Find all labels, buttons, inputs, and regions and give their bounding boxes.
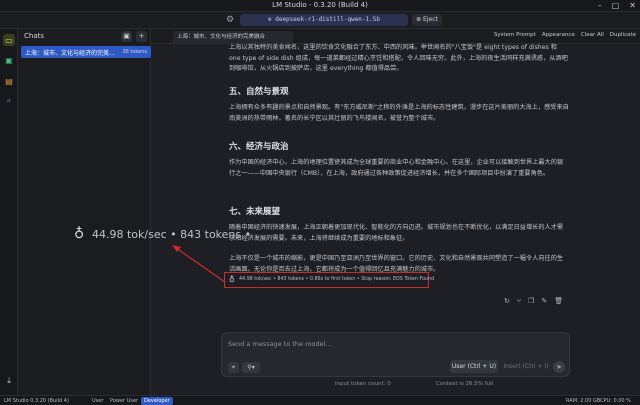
tab-chat[interactable]: 上海：城市、文化与经济的完美融合 [173, 31, 293, 43]
chats-title: Chats [24, 32, 45, 40]
edit-icon[interactable]: ✎ [541, 297, 547, 305]
clear-all-button[interactable]: Clear All [581, 32, 604, 38]
input-token-count: Input token count: 0 [335, 381, 391, 387]
folder-icon[interactable]: ▤ [3, 75, 15, 87]
chats-panel: Chats ▣ + 上海：城市、文化与经济的完美… 36 tokens [18, 29, 151, 395]
gear-icon[interactable]: ⚙ [226, 15, 236, 25]
tab-bar: 上海：城市、文化与经济的完美融合 System Prompt Appearanc… [151, 29, 640, 44]
plugin-icon[interactable]: ⚲▾ [242, 362, 260, 373]
insert-button[interactable]: Insert (Ctrl + I) [503, 360, 549, 373]
message-actions: ↻ ⑂ ❐ ✎ 🗑 [504, 297, 563, 305]
ram-usage: RAM: 2.00 GB [566, 398, 601, 404]
lightbulb-icon: ♁ [229, 275, 235, 284]
delete-icon[interactable]: 🗑 [554, 297, 563, 305]
attach-icon[interactable]: ⌖ [228, 362, 239, 373]
system-prompt-button[interactable]: System Prompt [494, 32, 536, 38]
context-usage: Context is 26.5% full [436, 381, 494, 387]
maximize-button[interactable]: □ [612, 1, 620, 10]
heading-future: 七、未来展望 [229, 207, 281, 217]
duplicate-button[interactable]: Duplicate [610, 32, 636, 38]
mode-user[interactable]: User [92, 398, 103, 404]
stats-text: 44.98 tok/sec • 843 tokens • 0.86s to fi… [239, 277, 435, 282]
status-bar: LM Studio 0.3.20 (Build 4) User Power Us… [0, 395, 640, 405]
mode-power-user[interactable]: Power User [110, 398, 138, 404]
paragraph-nature: 上海拥有众多有趣的景点和自然景观。有"东方威尼斯"之称的外滩是上海的标志性建筑，… [229, 104, 569, 122]
stats-zoom-callout: ♁ 44.98 tok/sec • 843 tokens • [74, 224, 256, 246]
mode-developer[interactable]: Developer [141, 397, 173, 405]
top-bar: ⚙ ⊕ deepseek-r1-distill-qwen-1.5b ⊗ Ejec… [0, 12, 640, 29]
generation-stats: ♁ 44.98 tok/sec • 843 tokens • 0.86s to … [224, 272, 434, 288]
branch-icon[interactable]: ⑂ [517, 297, 521, 305]
new-folder-button[interactable]: ▣ [121, 31, 132, 42]
terminal-icon[interactable]: ▣ [3, 54, 15, 66]
send-icon[interactable]: ➤ [553, 361, 565, 373]
appearance-button[interactable]: Appearance [542, 32, 575, 38]
cpu-usage: CPU: 0.00 % [600, 398, 631, 404]
heading-economy: 六、经济与政治 [229, 142, 289, 152]
chat-list-item[interactable]: 上海：城市、文化与经济的完美… 36 tokens [21, 46, 151, 58]
window-title: LM Studio - 0.3.20 (Build 4) [272, 1, 368, 9]
title-bar: LM Studio - 0.3.20 (Build 4) – □ ✕ [0, 0, 640, 12]
chat-item-title: 上海：城市、文化与经济的完美… [25, 50, 116, 57]
copy-icon[interactable]: ❐ [528, 297, 534, 305]
paragraph-economy: 作为中国的经济中心，上海的地理位置使其成为全球重要的商业中心和金融中心。在这里，… [229, 159, 564, 177]
chat-icon[interactable]: ▭ [3, 34, 15, 46]
user-role-button[interactable]: User (Ctrl + U) [450, 360, 498, 373]
app-version: LM Studio 0.3.20 (Build 4) [4, 398, 69, 404]
paragraph-food: 上海以其独特的美食闻名，这里的饮食文化融合了东方、中西的风味。举世闻名的"八宝饭… [229, 44, 568, 72]
message-composer[interactable]: Send a message to the model... ⌖ ⚲▾ User… [221, 332, 570, 377]
regenerate-icon[interactable]: ↻ [504, 297, 510, 305]
left-rail: ▭ ▣ ▤ ⌕ ⤓ [0, 29, 18, 395]
paragraph-future: 随着中国经济的快速发展，上海正朝着更加现代化、智能化的方向迈进。城市规划也在不断… [229, 224, 564, 242]
model-selector[interactable]: ⊕ deepseek-r1-distill-qwen-1.5b [240, 14, 408, 26]
chat-item-tokens: 36 tokens [122, 49, 147, 55]
new-chat-button[interactable]: + [136, 31, 147, 42]
download-icon[interactable]: ⤓ [3, 375, 15, 387]
minimize-button[interactable]: – [598, 1, 602, 10]
search-icon[interactable]: ⌕ [3, 95, 15, 107]
lightbulb-icon: ♁ [74, 226, 85, 242]
close-window-button[interactable]: ✕ [629, 1, 636, 10]
message-input[interactable]: Send a message to the model... [228, 340, 332, 348]
eject-button[interactable]: ⊗ Eject [412, 14, 442, 26]
zoomed-stats-text: 44.98 tok/sec • 843 tokens • [92, 228, 252, 241]
heading-nature: 五、自然与景观 [229, 87, 289, 97]
